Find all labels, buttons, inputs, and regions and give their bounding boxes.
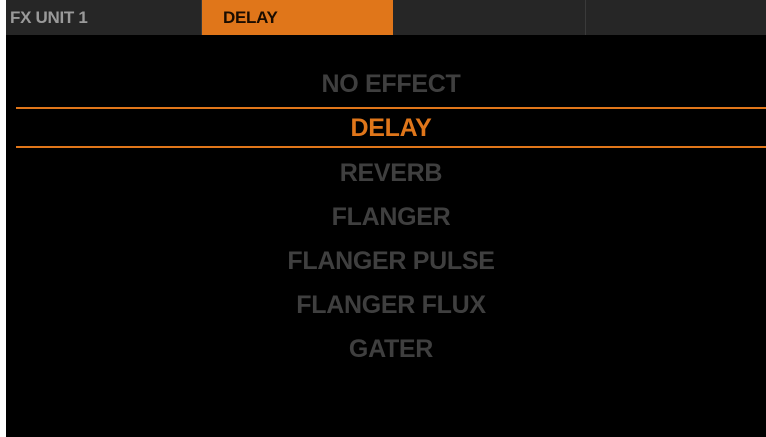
effect-item-reverb[interactable]: REVERB	[16, 151, 766, 195]
tab-empty-3[interactable]	[393, 0, 586, 35]
effect-item-delay[interactable]: DELAY	[16, 107, 766, 148]
effect-item-gater[interactable]: GATER	[16, 327, 766, 371]
fx-screen: FX UNIT 1 DELAY NO EFFECT DELAY REVERB F…	[6, 0, 766, 437]
tab-delay[interactable]: DELAY	[202, 0, 393, 35]
effect-list: NO EFFECT DELAY REVERB FLANGER FLANGER P…	[16, 62, 766, 371]
effect-item-flanger-pulse[interactable]: FLANGER PULSE	[16, 239, 766, 283]
effect-item-flanger-flux[interactable]: FLANGER FLUX	[16, 283, 766, 327]
effect-item-no-effect[interactable]: NO EFFECT	[16, 62, 766, 106]
tab-bar: FX UNIT 1 DELAY	[6, 0, 766, 35]
tab-fx-unit-1[interactable]: FX UNIT 1	[6, 0, 202, 35]
effect-item-flanger[interactable]: FLANGER	[16, 195, 766, 239]
tab-empty-4[interactable]	[586, 0, 766, 35]
